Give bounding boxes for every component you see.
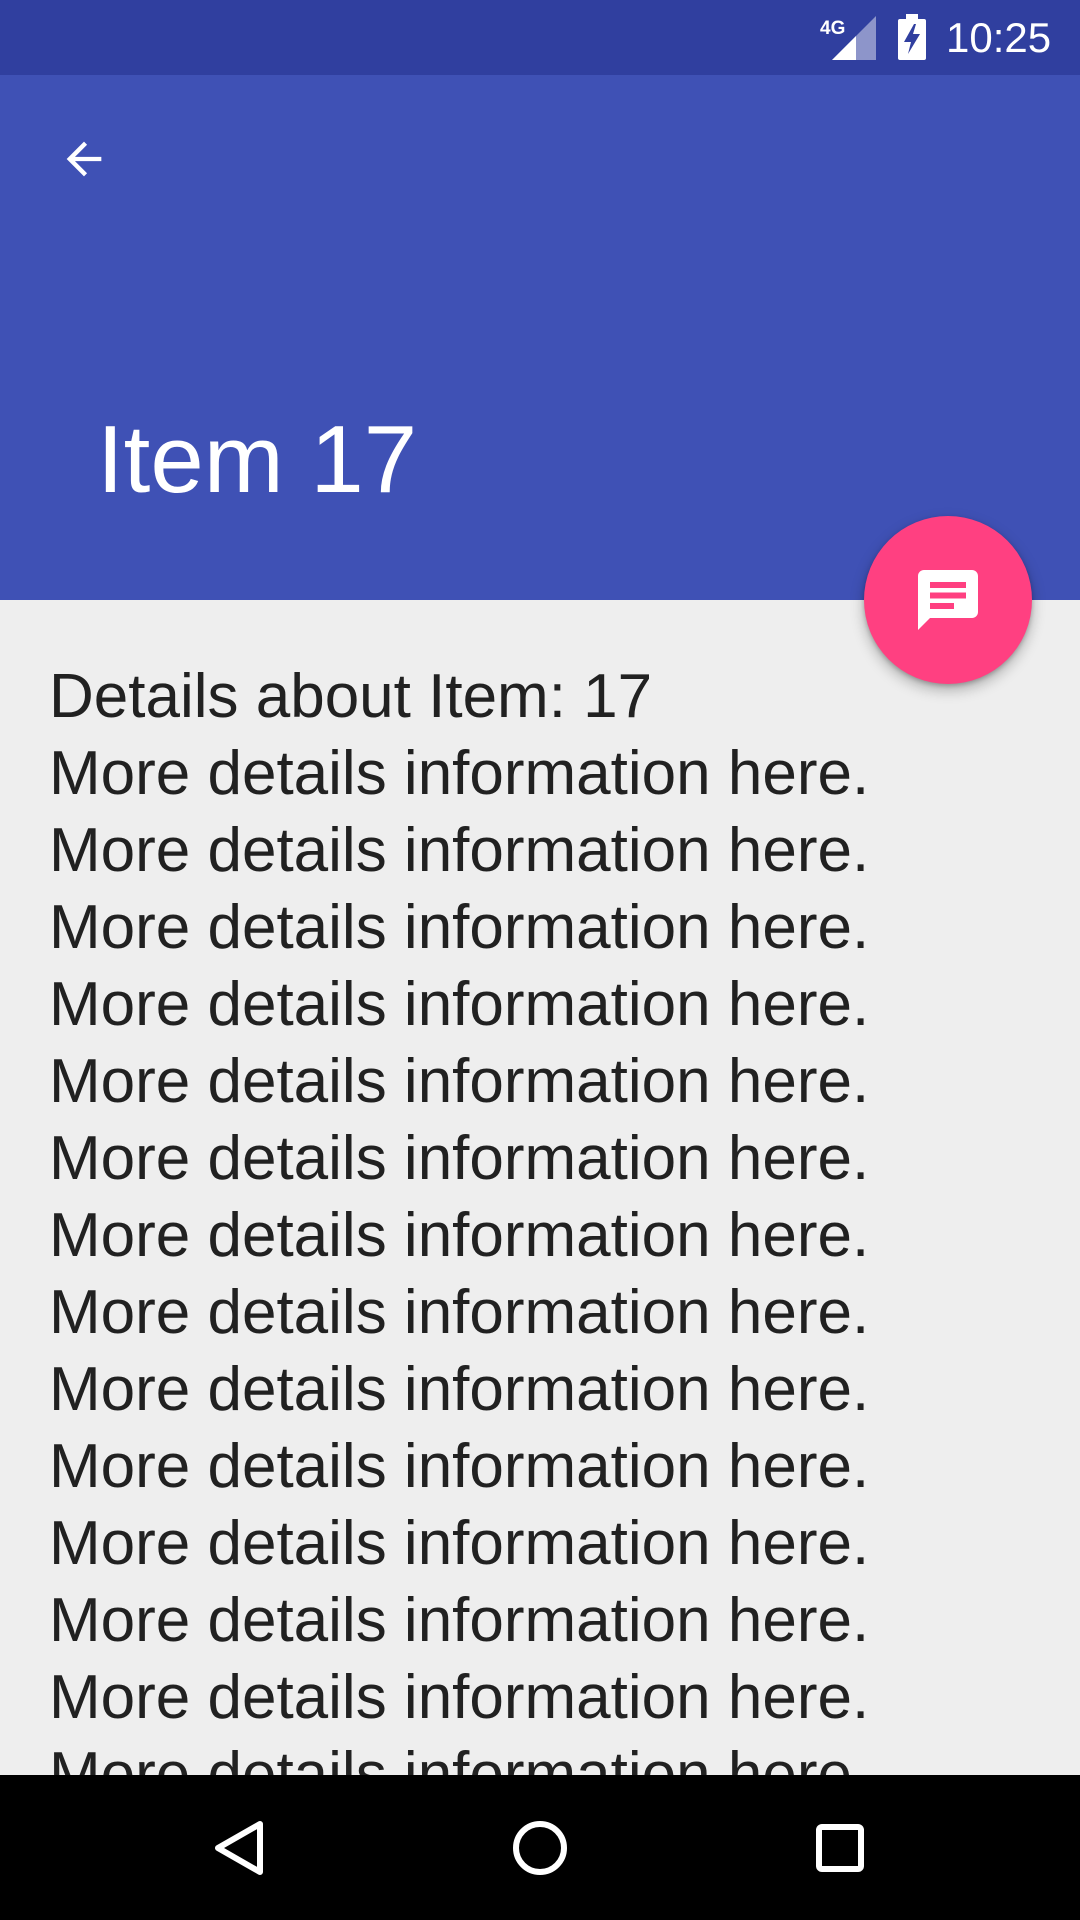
detail-content[interactable]: Details about Item: 17 More details info… (0, 600, 1080, 1775)
detail-line: More details information here. (49, 1355, 870, 1424)
network-type-label: 4G (820, 18, 845, 39)
arrow-back-icon (66, 141, 102, 177)
status-bar: 4G 10:25 (0, 0, 1080, 75)
detail-line: More details information here. (49, 1201, 870, 1270)
nav-recents-button[interactable] (795, 1803, 885, 1893)
detail-heading: Details about Item: 17 (49, 662, 653, 731)
detail-line: More details information here. (49, 893, 870, 962)
detail-line: More details information here. (49, 1432, 870, 1501)
system-nav-bar (0, 1775, 1080, 1920)
detail-line: More details information here. (49, 1663, 870, 1732)
back-button[interactable] (40, 115, 128, 203)
detail-line: More details information here. (49, 1278, 870, 1347)
nav-recents-icon (816, 1824, 864, 1872)
signal-icon: 4G (820, 16, 876, 60)
page-title: Item 17 (97, 406, 418, 513)
detail-line: More details information here. (49, 1586, 870, 1655)
nav-back-button[interactable] (195, 1803, 285, 1893)
detail-line: More details information here. (49, 816, 870, 885)
screen: 4G 10:25 Item 17 Details about Item: 17 … (0, 0, 1080, 1920)
detail-line: More details information here. (49, 1509, 870, 1578)
nav-home-icon (513, 1821, 567, 1875)
detail-line: More details information here. (49, 1740, 870, 1775)
message-fab-button[interactable] (864, 516, 1032, 684)
detail-text: Details about Item: 17 More details info… (49, 658, 1049, 1775)
detail-line: More details information here. (49, 970, 870, 1039)
message-icon (918, 570, 978, 630)
detail-line: More details information here. (49, 1124, 870, 1193)
nav-home-button[interactable] (495, 1803, 585, 1893)
nav-back-icon (215, 1821, 263, 1875)
detail-line: More details information here. (49, 1047, 870, 1116)
detail-line: More details information here. (49, 739, 870, 808)
battery-charging-icon (898, 14, 926, 60)
status-time: 10:25 (946, 14, 1052, 61)
